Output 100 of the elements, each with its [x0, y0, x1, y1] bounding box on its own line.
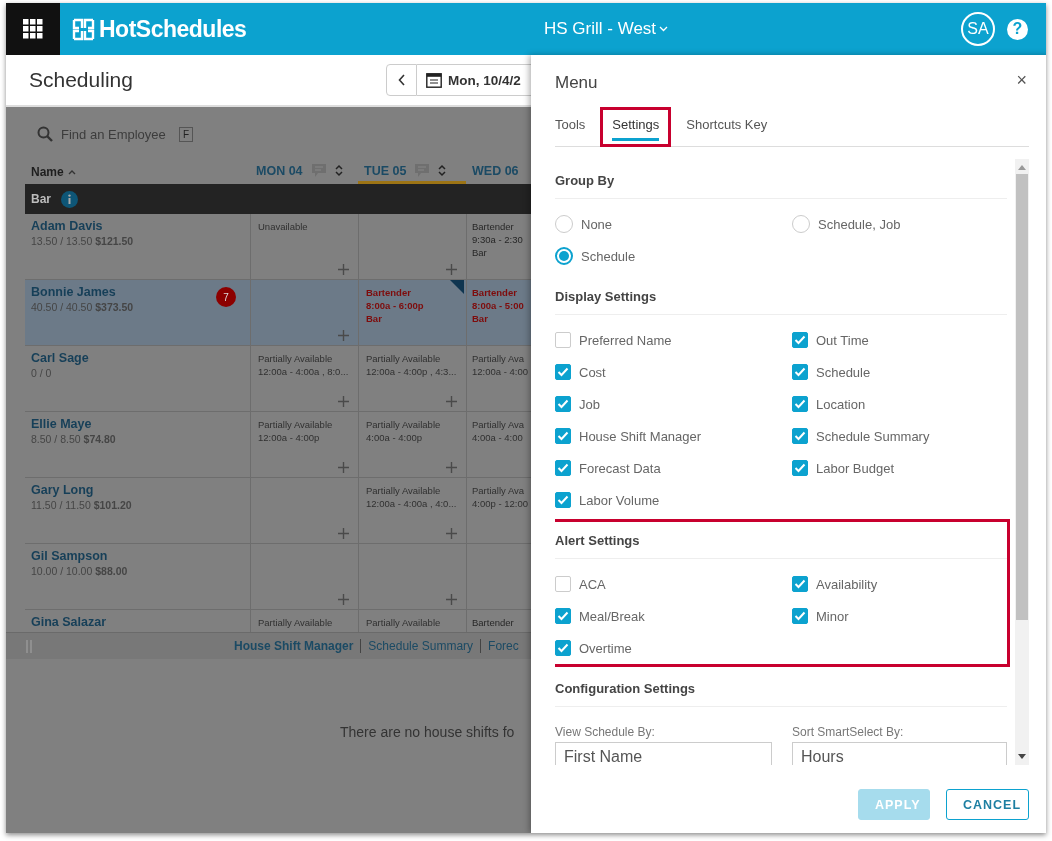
- help-button[interactable]: ?: [1007, 18, 1028, 40]
- location-dropdown[interactable]: HS Grill - West: [544, 19, 669, 39]
- group-label: Bar: [31, 192, 51, 206]
- schedule-cell[interactable]: Partially Available 12:00a - 4:00p , 4:3...: [358, 346, 466, 411]
- availability-text: Partially Available 12:00a - 4:00p , 4:3...: [366, 352, 458, 378]
- add-icon[interactable]: [446, 396, 457, 407]
- availability-text: Partially Ava 4:00a - 4:00: [472, 418, 526, 444]
- schedule-cell[interactable]: Unavailable: [250, 214, 358, 279]
- date-picker[interactable]: Mon, 10/4/2: [417, 64, 531, 96]
- employee-name[interactable]: Carl Sage: [31, 351, 89, 365]
- shift-details[interactable]: Bartender 9:30a - 2:30 Bar: [472, 220, 531, 259]
- checkbox[interactable]: [555, 460, 571, 476]
- day-header[interactable]: MON 04: [250, 160, 358, 184]
- shift-details[interactable]: Bartender 8:00a - 6:00p Bar: [366, 286, 460, 325]
- tab[interactable]: Settings: [612, 110, 660, 141]
- search-field[interactable]: Find an Employee: [61, 126, 171, 142]
- section-title: Alert Settings: [555, 531, 1007, 559]
- option-label: Schedule: [581, 248, 636, 264]
- availability-text: Partially Available: [366, 616, 442, 629]
- apps-button[interactable]: [6, 3, 60, 55]
- scroll-down-icon[interactable]: [1018, 754, 1026, 759]
- availability-text: Partially Ava 12:00a - 4:00: [472, 352, 529, 378]
- unavailable-text: Unavailable: [258, 220, 309, 233]
- logo: HotSchedules: [99, 15, 247, 43]
- add-icon[interactable]: [338, 330, 349, 341]
- employee-name[interactable]: Gary Long: [31, 483, 132, 497]
- option-label: House Shift Manager: [579, 428, 702, 444]
- option-label: Cost: [579, 364, 606, 380]
- close-button[interactable]: ×: [1016, 70, 1027, 91]
- option-label: ACA: [579, 576, 606, 592]
- option-label: None: [581, 216, 613, 232]
- add-icon[interactable]: [338, 594, 349, 605]
- schedule-cell[interactable]: Partially Available 12:00a - 4:00p: [250, 412, 358, 477]
- availability-text: Partially Ava 4:00p - 12:00: [472, 484, 529, 510]
- checkbox[interactable]: [555, 576, 571, 592]
- checkbox[interactable]: [555, 492, 571, 508]
- employee-name[interactable]: Bonnie James: [31, 285, 134, 299]
- schedule-cell[interactable]: Partially Available 12:00a - 4:00a , 8:0...: [250, 346, 358, 411]
- add-icon[interactable]: [338, 264, 349, 275]
- employee-name[interactable]: Ellie Maye: [31, 417, 116, 431]
- checkbox[interactable]: [555, 332, 571, 348]
- table-row[interactable]: Gary Long 11.50 / 11.50 $101.20 Partially Available 12:00a - 4:00a , 4:0... Partially Ava 4:00p - 12:00: [25, 478, 531, 544]
- scrollbar[interactable]: [1015, 159, 1029, 765]
- checkbox[interactable]: [555, 608, 571, 624]
- table-row[interactable]: Bonnie James 40.50 / 40.50 $373.50 7 Bartender 8:00a - 6:00p Bar Bartender 8:00a - 5:00 Bar: [25, 280, 531, 346]
- shift-details[interactable]: Bartender: [472, 616, 531, 629]
- sort-ascending-icon[interactable]: [67, 169, 76, 175]
- cancel-button[interactable]: CANCEL: [946, 789, 1029, 820]
- add-icon[interactable]: [338, 396, 349, 407]
- tab[interactable]: Shortcuts Key: [686, 110, 768, 141]
- footer-link[interactable]: Schedule Summary: [360, 639, 481, 653]
- day-header[interactable]: WED 06: [466, 160, 531, 184]
- employee-name[interactable]: Gil Sampson: [31, 549, 128, 563]
- scroll-up-icon[interactable]: [1018, 165, 1026, 170]
- checkbox[interactable]: [555, 640, 571, 656]
- select-field[interactable]: Hours: [792, 742, 1007, 765]
- checkbox[interactable]: [555, 364, 571, 380]
- checkbox[interactable]: [792, 364, 808, 380]
- corner-flag-icon: [450, 280, 464, 294]
- availability-text: Partially Available 4:00a - 4:00p: [366, 418, 442, 444]
- footer-link[interactable]: Forec: [480, 639, 526, 653]
- field-label: View Schedule By:: [555, 725, 656, 739]
- checkbox[interactable]: [792, 608, 808, 624]
- add-icon[interactable]: [446, 528, 457, 539]
- previous-button[interactable]: [386, 64, 417, 96]
- add-icon[interactable]: [338, 528, 349, 539]
- checkbox[interactable]: [792, 332, 808, 348]
- chevron-left-icon: [397, 74, 406, 86]
- tab[interactable]: Tools: [555, 110, 586, 141]
- info-icon[interactable]: [61, 190, 78, 208]
- select-field[interactable]: First Name: [555, 742, 772, 765]
- schedule-cell[interactable]: Bartender 8:00a - 6:00p Bar: [358, 280, 466, 345]
- alert-badge[interactable]: 7: [216, 287, 236, 307]
- radio-button[interactable]: [555, 247, 573, 265]
- employee-name[interactable]: Gina Salazar: [31, 615, 107, 629]
- option-label: Forecast Data: [579, 460, 661, 476]
- checkbox[interactable]: [792, 460, 808, 476]
- availability-text: Partially Available 12:00a - 4:00a , 8:0...: [258, 352, 350, 378]
- schedule-cell[interactable]: Partially Available 4:00a - 4:00p: [358, 412, 466, 477]
- option-label: Labor Volume: [579, 492, 660, 508]
- column-header[interactable]: Name: [31, 165, 64, 179]
- employee-name[interactable]: Adam Davis: [31, 219, 134, 233]
- option-label: Availability: [816, 576, 878, 592]
- checkbox[interactable]: [555, 396, 571, 412]
- user-avatar[interactable]: SA: [961, 12, 995, 46]
- option-label: Out Time: [816, 332, 869, 348]
- add-icon[interactable]: [446, 594, 457, 605]
- checkbox[interactable]: [792, 396, 808, 412]
- page-title: Scheduling: [29, 68, 133, 91]
- add-icon[interactable]: [338, 462, 349, 473]
- checkbox[interactable]: [555, 428, 571, 444]
- schedule-cell[interactable]: Partially Available 12:00a - 4:00a , 4:0...: [358, 478, 466, 543]
- checkbox[interactable]: [792, 576, 808, 592]
- sort-icon[interactable]: [334, 164, 343, 177]
- add-icon[interactable]: [446, 264, 457, 275]
- shift-details[interactable]: Bartender 8:00a - 5:00 Bar: [472, 286, 531, 325]
- checkbox[interactable]: [792, 428, 808, 444]
- footer-link[interactable]: House Shift Manager: [234, 639, 361, 653]
- add-icon[interactable]: [446, 462, 457, 473]
- sort-icon[interactable]: [438, 164, 447, 177]
